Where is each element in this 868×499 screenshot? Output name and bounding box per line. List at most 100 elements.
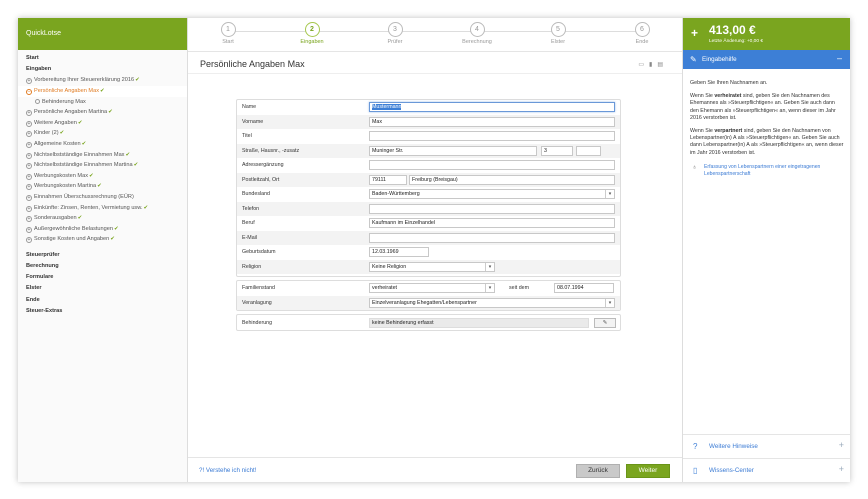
- related-link-text[interactable]: Erfassung von Lebenspartnern einer einge…: [704, 164, 844, 178]
- veranlagung-select[interactable]: Einzelveranlagung Ehegatten/Lebenspartne…: [369, 297, 615, 308]
- expand-icon[interactable]: +: [839, 440, 844, 450]
- strasse-field[interactable]: Muninger Str.: [369, 145, 537, 156]
- refund-amount: 413,00 €: [709, 23, 756, 37]
- expand-icon[interactable]: +: [26, 110, 32, 117]
- sidebar-item[interactable]: + Kinder (2)✔: [18, 128, 187, 139]
- app-background: QuickLotse Start Eingaben + Vorbereitung Ih…: [0, 0, 868, 499]
- accordion-label: Weitere Hinweise: [709, 443, 758, 450]
- geburtsdatum-field[interactable]: 12.03.1969: [369, 247, 429, 257]
- sidebar-item[interactable]: + Werbungskosten Martina✔: [18, 181, 187, 192]
- edit-behinderung-button[interactable]: ✎: [594, 318, 616, 328]
- step-5[interactable]: 5 Elster: [528, 22, 588, 45]
- religion-select[interactable]: Keine Religion: [369, 261, 495, 272]
- step-1[interactable]: 1 Start: [198, 22, 258, 45]
- seit-dem-field[interactable]: 08.07.1994: [554, 283, 614, 293]
- expand-icon[interactable]: +: [26, 173, 32, 180]
- step-2[interactable]: 2 Eingaben: [282, 22, 342, 45]
- page-tool-icons: ▭▮▤: [638, 61, 668, 68]
- beruf-field[interactable]: Kaufmann im Einzelhandel: [369, 218, 615, 228]
- disability-box: Behinderung keine Behinderung erfasst ✎: [236, 314, 621, 331]
- sidebar-item[interactable]: + Einkünfte: Zinsen, Renten, Vermietung u…: [18, 203, 187, 214]
- family-box: Familienstand verheiratet seit dem 08.07.19…: [236, 280, 621, 311]
- sidebar-item[interactable]: + Allgemeine Kosten✔: [18, 139, 187, 150]
- hausnr-zusatz-field[interactable]: [576, 145, 601, 156]
- step-6[interactable]: 6 Ende: [612, 22, 672, 45]
- back-button[interactable]: Zurück: [576, 464, 620, 478]
- expand-icon[interactable]: +: [26, 120, 32, 127]
- veranlagung-label: Veranlagung: [242, 299, 272, 306]
- sidebar-item[interactable]: + Sonstige Kosten und Angaben✔: [18, 234, 187, 245]
- ort-field[interactable]: Freiburg (Breisgau): [409, 174, 615, 185]
- sidebar-item[interactable]: + Einnahmen Überschussrechnung (EÜR): [18, 192, 187, 203]
- sidebar-section[interactable]: Ende: [18, 295, 187, 306]
- sidebar-item[interactable]: + Persönliche Angaben Martina✔: [18, 107, 187, 118]
- sidebar-section[interactable]: Start: [18, 53, 187, 64]
- sidebar-item[interactable]: Behinderung Max: [18, 97, 187, 108]
- geburt-label: Geburtsdatum: [242, 249, 276, 255]
- beruf-label: Beruf: [242, 220, 255, 226]
- expand-icon[interactable]: +: [26, 216, 32, 223]
- sidebar-item[interactable]: + Weitere Angaben✔: [18, 118, 187, 129]
- titel-field[interactable]: [369, 131, 615, 141]
- row-email: E-Mail: [237, 230, 620, 245]
- help-link[interactable]: ?! Verstehe ich nicht!: [199, 467, 256, 474]
- row-name: Name Mustermann: [237, 100, 620, 115]
- check-icon: ✔: [97, 183, 102, 190]
- accordion-weitere-hinweise[interactable]: ? Weitere Hinweise +: [683, 434, 850, 458]
- sidebar-item-label: Persönliche Angaben Max: [34, 87, 99, 94]
- step-number: 3: [387, 22, 403, 37]
- expand-icon[interactable]: +: [26, 163, 32, 170]
- name-field[interactable]: Mustermann: [369, 102, 615, 112]
- sidebar-section[interactable]: Steuer-Extras: [18, 306, 187, 317]
- comment-icon[interactable]: ▭: [638, 62, 649, 68]
- telefon-field[interactable]: [369, 203, 615, 214]
- row-titel: Titel: [237, 129, 620, 144]
- expand-icon[interactable]: +: [26, 78, 32, 85]
- footer: ?! Verstehe ich nicht! Zurück Weiter: [188, 457, 682, 482]
- accordion-wissens-center[interactable]: ▯ Wissens-Center +: [683, 458, 850, 482]
- vorname-field[interactable]: Max: [369, 116, 615, 127]
- expand-icon[interactable]: +: [839, 464, 844, 474]
- collapse-icon[interactable]: –: [26, 88, 32, 95]
- expand-icon[interactable]: +: [26, 237, 32, 244]
- sidebar-item[interactable]: + Sonderausgaben✔: [18, 213, 187, 224]
- expand-icon[interactable]: +: [26, 226, 32, 233]
- sidebar-item[interactable]: + Nichtselbstständige Einnahmen Martina✔: [18, 160, 187, 171]
- sidebar-section[interactable]: Elster: [18, 283, 187, 294]
- expand-icon[interactable]: +: [26, 194, 32, 201]
- next-button[interactable]: Weiter: [626, 464, 670, 478]
- email-field[interactable]: [369, 232, 615, 243]
- familienstand-label: Familienstand: [242, 285, 275, 291]
- strasse-label: Straße, Hausnr., -zusatz: [242, 147, 300, 154]
- bundesland-select[interactable]: Baden-Württemberg: [369, 189, 615, 199]
- sidebar-section[interactable]: Berechnung: [18, 261, 187, 272]
- sidebar-section[interactable]: Eingaben: [18, 64, 187, 75]
- collapse-icon[interactable]: –: [837, 53, 842, 63]
- expand-icon[interactable]: +: [26, 131, 32, 138]
- plz-field[interactable]: 79111: [369, 174, 407, 185]
- sidebar-item[interactable]: + Außergewöhnliche Belastungen✔: [18, 224, 187, 235]
- sidebar-section[interactable]: Steuerprüfer: [18, 250, 187, 261]
- sidebar-item-label: Nichtselbstständige Einnahmen Martina: [34, 162, 133, 169]
- help-panel-header[interactable]: ✎ Eingabehilfe –: [683, 50, 850, 69]
- print-icon[interactable]: ▤: [657, 62, 668, 68]
- progress-steps: 1 Start 2 Eingaben 3 Prüfer 4 Berechnung 5 Elster…: [188, 18, 682, 52]
- expand-icon[interactable]: +: [26, 205, 32, 212]
- step-label: Berechnung: [462, 39, 492, 45]
- familienstand-select[interactable]: verheiratet: [369, 283, 495, 293]
- bullet-icon[interactable]: [35, 98, 40, 104]
- expand-icon[interactable]: +: [26, 152, 32, 159]
- step-3[interactable]: 3 Prüfer: [365, 22, 425, 45]
- expand-icon[interactable]: +: [26, 184, 32, 191]
- expand-icon[interactable]: +: [26, 141, 32, 148]
- sidebar-item[interactable]: – Persönliche Angaben Max✔: [18, 85, 187, 97]
- step-number: 1: [220, 22, 236, 37]
- sidebar-section[interactable]: Formulare: [18, 272, 187, 283]
- hausnr-field[interactable]: 3: [541, 145, 573, 156]
- sidebar-item[interactable]: + Vorbereitung Ihrer Steuererklärung 2016…: [18, 75, 187, 86]
- adress-field[interactable]: [369, 160, 615, 170]
- sidebar-item[interactable]: + Werbungskosten Max✔: [18, 171, 187, 182]
- sidebar-item[interactable]: + Nichtselbstständige Einnahmen Max✔: [18, 150, 187, 161]
- step-4[interactable]: 4 Berechnung: [447, 22, 507, 45]
- sidebar: QuickLotse Start Eingaben + Vorbereitung Ih…: [18, 18, 188, 482]
